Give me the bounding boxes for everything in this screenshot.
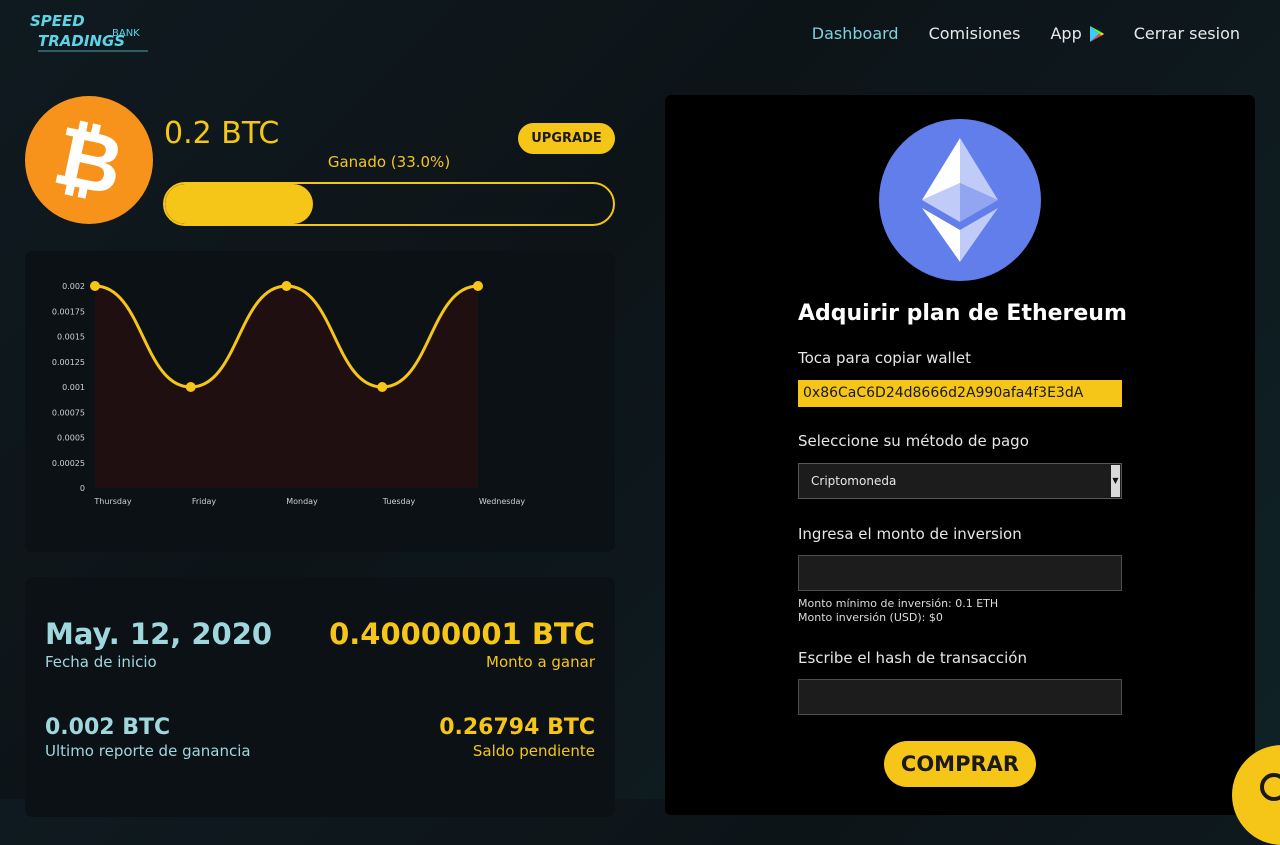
start-date-value: May. 12, 2020	[45, 617, 273, 651]
upgrade-button[interactable]: UPGRADE	[518, 123, 615, 154]
buy-button[interactable]: COMPRAR	[884, 741, 1036, 787]
payment-method-select[interactable]: Criptomoneda ▼	[798, 463, 1122, 499]
stats-card: May. 12, 2020 Fecha de inicio 0.40000001…	[25, 577, 615, 817]
x-tick-label: Wednesday	[479, 497, 526, 506]
payment-method-label: Seleccione su método de pago	[798, 432, 1029, 450]
last-report-stat: 0.002 BTC Ultimo reporte de ganancia	[45, 715, 251, 760]
earned-progress-bar	[163, 182, 615, 226]
earned-progress-fill	[165, 184, 313, 224]
dropdown-arrow-icon: ▼	[1111, 465, 1120, 497]
y-tick-label: 0.002	[62, 282, 85, 291]
nav-links: Dashboard Comisiones App Cerrar sesion	[812, 24, 1240, 43]
nav-comisiones[interactable]: Comisiones	[929, 24, 1021, 43]
transaction-hash-input[interactable]	[798, 679, 1122, 715]
y-tick-label: 0.00025	[52, 459, 85, 468]
series-area	[95, 286, 478, 488]
y-tick-label: 0	[80, 484, 85, 493]
investment-usd: Monto inversión (USD): $0	[798, 611, 943, 624]
wallet-label: Toca para copiar wallet	[798, 349, 971, 367]
x-tick-label: Thursday	[93, 497, 131, 506]
google-play-icon	[1089, 25, 1104, 42]
y-tick-label: 0.00175	[52, 307, 85, 316]
nav-app-label: App	[1050, 24, 1082, 43]
nav-dashboard[interactable]: Dashboard	[812, 24, 899, 43]
y-tick-label: 0.00125	[52, 358, 85, 367]
hash-label: Escribe el hash de transacción	[798, 649, 1027, 667]
x-tick-label: Friday	[192, 497, 217, 506]
btc-balance: 0.2 BTC	[164, 116, 280, 151]
amount-input[interactable]	[798, 555, 1122, 591]
min-investment-note: Monto mínimo de inversión: 0.1 ETH Monto…	[798, 597, 998, 625]
earned-label: Ganado (33.0%)	[327, 153, 451, 171]
to-earn-stat: 0.40000001 BTC Monto a ganar	[329, 617, 595, 671]
last-report-value: 0.002 BTC	[45, 715, 171, 740]
data-point[interactable]	[90, 281, 100, 291]
y-tick-label: 0.00075	[52, 408, 85, 417]
pending-label: Saldo pendiente	[472, 742, 595, 760]
min-investment-eth: Monto mínimo de inversión: 0.1 ETH	[798, 597, 999, 610]
top-nav: SPEED BANK TRADINGS Dashboard Comisiones…	[0, 0, 1280, 70]
amount-label: Ingresa el monto de inversion	[798, 525, 1022, 543]
nav-app[interactable]: App	[1050, 24, 1104, 43]
earnings-chart-svg: 0.002 0.00175 0.0015 0.00125 0.001 0.00075 0.0…	[52, 281, 526, 506]
speed-tradings-logo[interactable]: SPEED BANK TRADINGS	[28, 10, 153, 54]
nav-cerrar-sesion[interactable]: Cerrar sesion	[1134, 24, 1240, 43]
x-tick-label: Monday	[286, 497, 318, 506]
svg-text:₿: ₿	[46, 115, 131, 205]
start-date-label: Fecha de inicio	[45, 653, 157, 671]
data-point[interactable]	[281, 281, 292, 291]
pending-stat: 0.26794 BTC Saldo pendiente	[439, 715, 595, 760]
wallet-address[interactable]: 0x86CaC6D24d8666d2A990afa4f3E3dA	[798, 380, 1122, 407]
bitcoin-icon: ₿	[25, 96, 153, 224]
start-date-stat: May. 12, 2020 Fecha de inicio	[45, 617, 272, 671]
ethereum-icon	[879, 119, 1041, 281]
data-point[interactable]	[377, 382, 388, 392]
to-earn-value: 0.40000001 BTC	[329, 617, 595, 651]
ethereum-plan-panel: Adquirir plan de Ethereum Toca para copi…	[665, 95, 1255, 815]
pending-value: 0.26794 BTC	[439, 715, 595, 740]
y-tick-label: 0.0015	[57, 333, 85, 342]
payment-method-value: Criptomoneda	[811, 474, 897, 488]
chat-icon	[1260, 773, 1280, 801]
data-point[interactable]	[473, 281, 483, 291]
x-tick-label: Tuesday	[382, 497, 416, 506]
logo-line1: SPEED	[30, 12, 85, 30]
logo-line2: TRADINGS	[38, 32, 125, 50]
y-tick-label: 0.0005	[57, 434, 85, 443]
earnings-chart: 0.002 0.00175 0.0015 0.00125 0.001 0.00075 0.0…	[25, 251, 615, 552]
to-earn-label: Monto a ganar	[486, 653, 595, 671]
last-report-label: Ultimo reporte de ganancia	[45, 742, 251, 760]
data-point[interactable]	[185, 382, 196, 392]
y-tick-label: 0.001	[62, 383, 85, 392]
eth-plan-title: Adquirir plan de Ethereum	[798, 301, 1127, 326]
